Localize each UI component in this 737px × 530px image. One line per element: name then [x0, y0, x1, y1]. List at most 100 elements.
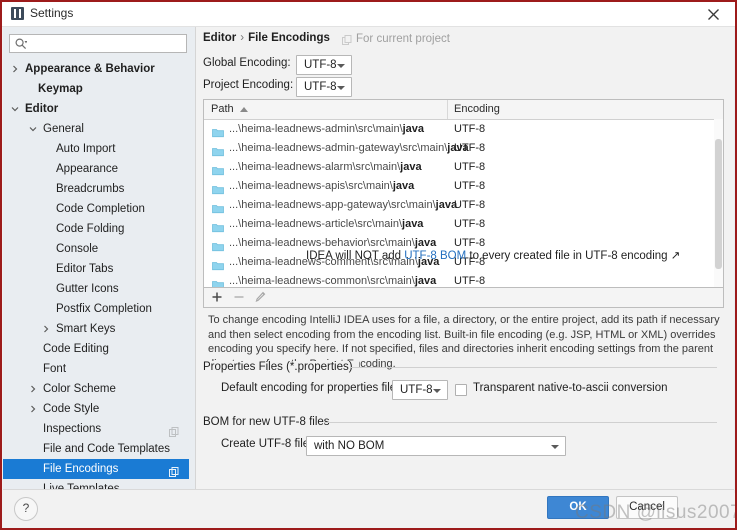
- sidebar-item-label: File and Code Templates: [43, 443, 170, 455]
- sidebar-item-file-and-code-templates[interactable]: File and Code Templates: [3, 439, 189, 459]
- table-cell-encoding[interactable]: UTF-8: [454, 177, 485, 196]
- table-cell-encoding[interactable]: UTF-8: [454, 215, 485, 234]
- project-encoding-value: UTF-8: [304, 81, 337, 93]
- table-scrollbar-thumb[interactable]: [715, 139, 722, 269]
- sidebar-item-code-folding[interactable]: Code Folding: [3, 219, 189, 239]
- sidebar-item-label: Console: [56, 243, 99, 255]
- column-divider[interactable]: [447, 100, 448, 119]
- table-row[interactable]: ...\heima-leadnews-common\src\main\java U…: [204, 272, 723, 287]
- table-cell-path: ...\heima-leadnews-admin-gateway\src\mai…: [229, 142, 469, 154]
- table-cell-encoding[interactable]: UTF-8: [454, 272, 485, 287]
- sidebar-item-editor[interactable]: Editor: [3, 99, 189, 119]
- search-input[interactable]: [9, 33, 187, 53]
- ok-button[interactable]: OK: [547, 496, 609, 519]
- chevron-down-icon: [551, 445, 559, 449]
- bom-section-line: [324, 422, 717, 423]
- folder-icon: [212, 181, 224, 195]
- chevron-right-icon[interactable]: [11, 65, 19, 73]
- chevron-down-icon[interactable]: [29, 125, 37, 133]
- sidebar-item-label: Postfix Completion: [56, 303, 152, 315]
- sidebar-item-code-completion[interactable]: Code Completion: [3, 199, 189, 219]
- search-field-wrapper: [9, 33, 187, 53]
- sidebar-item-inspections[interactable]: Inspections: [3, 419, 189, 439]
- transparent-native-to-ascii-checkbox[interactable]: [455, 384, 467, 396]
- sidebar-item-postfix-completion[interactable]: Postfix Completion: [3, 299, 189, 319]
- remove-path-button[interactable]: [232, 290, 248, 306]
- utf8-bom-link[interactable]: UTF-8 BOM: [404, 250, 466, 262]
- table-header-row: Path Encoding: [204, 100, 723, 120]
- table-toolbar: [203, 288, 724, 308]
- sort-ascending-icon: [240, 107, 248, 112]
- sidebar-item-appearance[interactable]: Appearance: [3, 159, 189, 179]
- sidebar-item-color-scheme[interactable]: Color Scheme: [3, 379, 189, 399]
- sidebar-item-label: Keymap: [38, 83, 83, 95]
- sidebar-item-general[interactable]: General: [3, 119, 189, 139]
- sidebar-item-label: Appearance: [56, 163, 119, 175]
- chevron-down-icon[interactable]: [11, 105, 19, 113]
- sidebar-item-smart-keys[interactable]: Smart Keys: [3, 319, 189, 339]
- sidebar-item-label: Inspections: [43, 423, 102, 435]
- sidebar-item-label: Auto Import: [56, 143, 116, 155]
- transparent-native-to-ascii-label: Transparent native-to-ascii conversion: [473, 382, 668, 394]
- edit-pencil-icon[interactable]: [254, 290, 270, 306]
- intellij-logo-icon: [11, 7, 24, 20]
- dialog-footer: ? OK Cancel: [3, 489, 734, 527]
- chevron-right-icon[interactable]: [29, 405, 37, 413]
- table-cell-path: ...\heima-leadnews-admin\src\main\java: [229, 123, 425, 135]
- create-utf8-files-value: with NO BOM: [314, 440, 385, 452]
- project-scope-icon: [169, 464, 179, 477]
- sidebar-item-label: Editor Tabs: [56, 263, 114, 275]
- chevron-right-icon[interactable]: [42, 325, 50, 333]
- close-icon[interactable]: [691, 2, 735, 26]
- table-row[interactable]: ...\heima-leadnews-apis\src\main\java UTF…: [204, 177, 723, 196]
- sidebar-item-label: Editor: [25, 103, 59, 115]
- chevron-right-icon[interactable]: [29, 385, 37, 393]
- table-cell-encoding[interactable]: UTF-8: [454, 196, 485, 215]
- default-properties-encoding-label: Default encoding for properties files:: [221, 382, 406, 394]
- sidebar-item-appearance-behavior[interactable]: Appearance & Behavior: [3, 59, 189, 79]
- column-header-encoding[interactable]: Encoding: [454, 103, 500, 115]
- sidebar-item-file-encodings[interactable]: File Encodings: [3, 459, 189, 479]
- sidebar-item-label: Smart Keys: [56, 323, 116, 335]
- add-path-button[interactable]: [210, 290, 226, 306]
- folder-icon: [212, 143, 224, 157]
- create-utf8-files-combo[interactable]: with NO BOM: [306, 436, 566, 456]
- folder-icon: [212, 124, 224, 138]
- table-row[interactable]: ...\heima-leadnews-admin-gateway\src\mai…: [204, 139, 723, 158]
- cancel-button[interactable]: Cancel: [616, 496, 678, 519]
- table-cell-encoding[interactable]: UTF-8: [454, 120, 485, 139]
- table-scrollbar-track[interactable]: [714, 119, 723, 287]
- sidebar-item-console[interactable]: Console: [3, 239, 189, 259]
- sidebar-item-label: Code Style: [43, 403, 100, 415]
- sidebar-item-label: General: [43, 123, 84, 135]
- table-cell-encoding[interactable]: UTF-8: [454, 139, 485, 158]
- sidebar-item-keymap[interactable]: Keymap: [3, 79, 189, 99]
- default-properties-encoding-value: UTF-8: [400, 384, 433, 396]
- folder-icon: [212, 276, 224, 287]
- sidebar-item-auto-import[interactable]: Auto Import: [3, 139, 189, 159]
- sidebar-item-code-editing[interactable]: Code Editing: [3, 339, 189, 359]
- table-cell-encoding[interactable]: UTF-8: [454, 158, 485, 177]
- sidebar-item-font[interactable]: Font: [3, 359, 189, 379]
- table-row[interactable]: ...\heima-leadnews-app-gateway\src\main\…: [204, 196, 723, 215]
- sidebar-item-gutter-icons[interactable]: Gutter Icons: [3, 279, 189, 299]
- global-encoding-combo[interactable]: UTF-8: [296, 55, 352, 75]
- breadcrumb-parent[interactable]: Editor: [203, 32, 236, 44]
- settings-tree: Appearance & Behavior Keymap Editor General…: [3, 59, 189, 493]
- table-cell-path: ...\heima-leadnews-alarm\src\main\java: [229, 161, 422, 173]
- default-properties-encoding-combo[interactable]: UTF-8: [392, 380, 448, 400]
- table-row[interactable]: ...\heima-leadnews-article\src\main\java…: [204, 215, 723, 234]
- sidebar-item-editor-tabs[interactable]: Editor Tabs: [3, 259, 189, 279]
- sidebar-item-label: Appearance & Behavior: [25, 63, 155, 75]
- table-row[interactable]: ...\heima-leadnews-alarm\src\main\java UT…: [204, 158, 723, 177]
- sidebar-item-label: Code Completion: [56, 203, 145, 215]
- sidebar-item-code-style[interactable]: Code Style: [3, 399, 189, 419]
- column-header-path[interactable]: Path: [211, 103, 234, 115]
- project-encoding-combo[interactable]: UTF-8: [296, 77, 352, 97]
- project-encoding-label: Project Encoding:: [203, 79, 294, 91]
- sidebar-item-breadcrumbs[interactable]: Breadcrumbs: [3, 179, 189, 199]
- file-encodings-panel: Editor › File Encodings For current projec…: [196, 27, 734, 493]
- sidebar-item-label: Breadcrumbs: [56, 183, 125, 195]
- help-button[interactable]: ?: [14, 497, 38, 521]
- table-row[interactable]: ...\heima-leadnews-admin\src\main\java UT…: [204, 120, 723, 139]
